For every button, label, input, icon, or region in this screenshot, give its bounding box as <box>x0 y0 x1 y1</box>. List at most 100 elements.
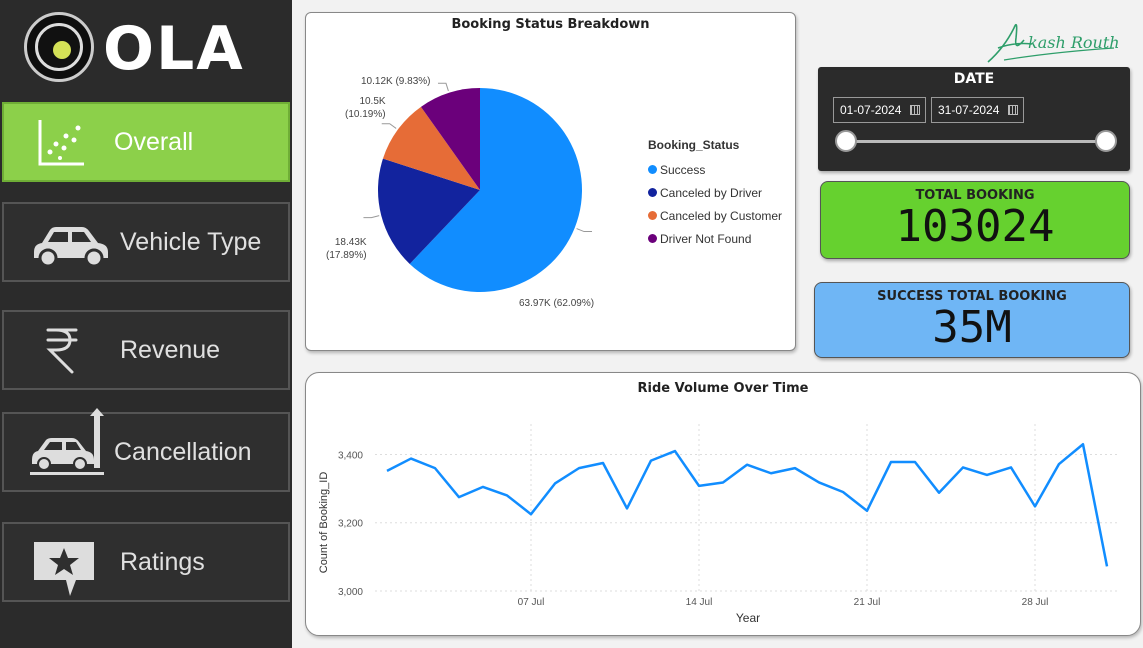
nav-item-ratings[interactable]: Ratings <box>2 522 290 602</box>
calendar-icon[interactable] <box>1008 105 1018 115</box>
rupee-icon <box>46 328 78 374</box>
pie-label-driver-percent: (17.89%) <box>326 250 367 261</box>
ride-volume-point[interactable] <box>433 466 437 470</box>
x-tick-label: 07 Jul <box>518 597 545 608</box>
nav-label-vehicle-type: Vehicle Type <box>120 227 262 256</box>
date-slider-start-handle[interactable] <box>835 130 857 152</box>
ride-volume-point[interactable] <box>409 457 413 461</box>
ride-volume-point[interactable] <box>1033 504 1037 508</box>
ola-logo-text: OLA <box>103 14 245 84</box>
total-booking-value: 103024 <box>895 201 1055 252</box>
legend-label: Success <box>660 162 706 177</box>
ride-volume-point[interactable] <box>817 480 821 484</box>
legend-item[interactable]: Success <box>648 158 782 181</box>
legend-item[interactable]: Canceled by Driver <box>648 181 782 204</box>
nav-item-cancellation[interactable]: Cancellation <box>2 408 290 492</box>
ride-volume-point[interactable] <box>505 493 509 497</box>
ride-volume-point[interactable] <box>841 490 845 494</box>
ride-volume-point[interactable] <box>673 449 677 453</box>
ride-volume-point[interactable] <box>937 491 941 495</box>
ride-volume-point[interactable] <box>889 460 893 464</box>
end-date-value: 31-07-2024 <box>938 103 1000 117</box>
legend-marker <box>648 165 657 174</box>
y-tick-label: 3,000 <box>338 587 363 598</box>
x-tick-label: 14 Jul <box>686 597 713 608</box>
ride-volume-point[interactable] <box>601 461 605 465</box>
ride-volume-point[interactable] <box>961 465 965 469</box>
nav-label-revenue: Revenue <box>120 335 221 364</box>
pie-label-success: 63.97K (62.09%) <box>519 298 595 309</box>
nav-label-ratings: Ratings <box>120 547 205 576</box>
ride-volume-point[interactable] <box>1057 462 1061 466</box>
pie-label-driver: 18.43K (17.89%) <box>326 236 367 262</box>
ola-logo: OLA <box>0 0 292 96</box>
ride-volume-point[interactable] <box>913 460 917 464</box>
star-badge-icon <box>34 542 94 596</box>
ola-logo-icon <box>24 12 94 82</box>
ride-volume-point[interactable] <box>577 466 581 470</box>
ride-volume-point[interactable] <box>697 484 701 488</box>
crash-car-icon <box>30 408 104 475</box>
nav-label-overall: Overall <box>114 127 194 156</box>
legend-marker <box>648 211 657 220</box>
pie-leader-line <box>381 123 397 129</box>
legend-marker <box>648 188 657 197</box>
ride-volume-point[interactable] <box>1081 442 1085 446</box>
legend-marker <box>648 234 657 243</box>
ride-volume-point[interactable] <box>553 481 557 485</box>
pie-label-driver-value: 18.43K <box>334 237 367 248</box>
start-date-value: 01-07-2024 <box>840 103 902 117</box>
sidebar: OLA Overall Vehicle Type Revenue Cancell… <box>0 0 292 648</box>
line-chart-title: Ride Volume Over Time <box>638 381 809 396</box>
ride-volume-point[interactable] <box>769 471 773 475</box>
legend-item[interactable]: Canceled by Customer <box>648 204 782 227</box>
nav-label-cancellation: Cancellation <box>114 437 252 466</box>
pie-leader-line <box>576 228 593 233</box>
success-booking-card: SUCCESS TOTAL BOOKING 35M <box>814 282 1130 358</box>
car-icon <box>34 227 108 268</box>
pie-label-customer-value: 10.5K <box>359 96 386 107</box>
legend-label: Driver Not Found <box>660 231 752 246</box>
nav-item-revenue[interactable]: Revenue <box>2 310 290 390</box>
x-tick-label: 28 Jul <box>1022 597 1049 608</box>
ride-volume-point[interactable] <box>481 485 485 489</box>
legend-item[interactable]: Driver Not Found <box>648 227 782 250</box>
ride-volume-point[interactable] <box>385 469 389 473</box>
date-slider-end-handle[interactable] <box>1095 130 1117 152</box>
ride-volume-line[interactable] <box>386 442 1109 567</box>
pie-legend: Booking_Status Success Canceled by Driver… <box>648 138 782 250</box>
legend-label: Canceled by Customer <box>660 208 783 223</box>
scatter-chart-icon <box>38 120 84 166</box>
pie-label-customer: 10.5K (10.19%) <box>345 95 386 121</box>
pie-label-customer-percent: (10.19%) <box>345 109 386 120</box>
ride-volume-point[interactable] <box>865 509 869 513</box>
nav-item-overall[interactable]: Overall <box>2 102 290 182</box>
ride-volume-point[interactable] <box>529 512 533 516</box>
start-date-input[interactable]: 01-07-2024 <box>833 97 926 123</box>
signature-logo: kash Routh <box>987 23 1120 63</box>
ride-volume-point[interactable] <box>625 506 629 510</box>
ride-volume-point[interactable] <box>649 459 653 463</box>
x-axis-label: Year <box>736 611 760 625</box>
ride-volume-point[interactable] <box>985 473 989 477</box>
ride-volume-point[interactable] <box>745 463 749 467</box>
date-filter: DATE 01-07-2024 31-07-2024 <box>818 67 1130 171</box>
dashboard: OLA Overall Vehicle Type Revenue Cancell… <box>0 0 1143 648</box>
pie-label-notfound: 10.12K (9.83%) <box>361 76 431 87</box>
y-axis-label: Count of Booking_ID <box>318 472 330 574</box>
y-tick-label: 3,400 <box>338 450 363 461</box>
calendar-icon[interactable] <box>910 105 920 115</box>
pie-leader-line <box>363 215 380 219</box>
legend-label: Canceled by Driver <box>660 185 763 200</box>
end-date-input[interactable]: 31-07-2024 <box>931 97 1024 123</box>
ride-volume-point[interactable] <box>793 466 797 470</box>
ride-volume-chart: Ride Volume Over Time 3,000 3,200 3,400 07 J… <box>318 381 1119 625</box>
ride-volume-point[interactable] <box>721 480 725 484</box>
total-booking-card: TOTAL BOOKING 103024 <box>820 181 1130 259</box>
nav-item-vehicle-type[interactable]: Vehicle Type <box>2 202 290 282</box>
ride-volume-point[interactable] <box>457 495 461 499</box>
pie-leader-line <box>437 82 449 92</box>
date-slider-track[interactable] <box>846 140 1106 143</box>
ride-volume-point[interactable] <box>1009 465 1013 469</box>
ride-volume-point[interactable] <box>1105 564 1109 568</box>
